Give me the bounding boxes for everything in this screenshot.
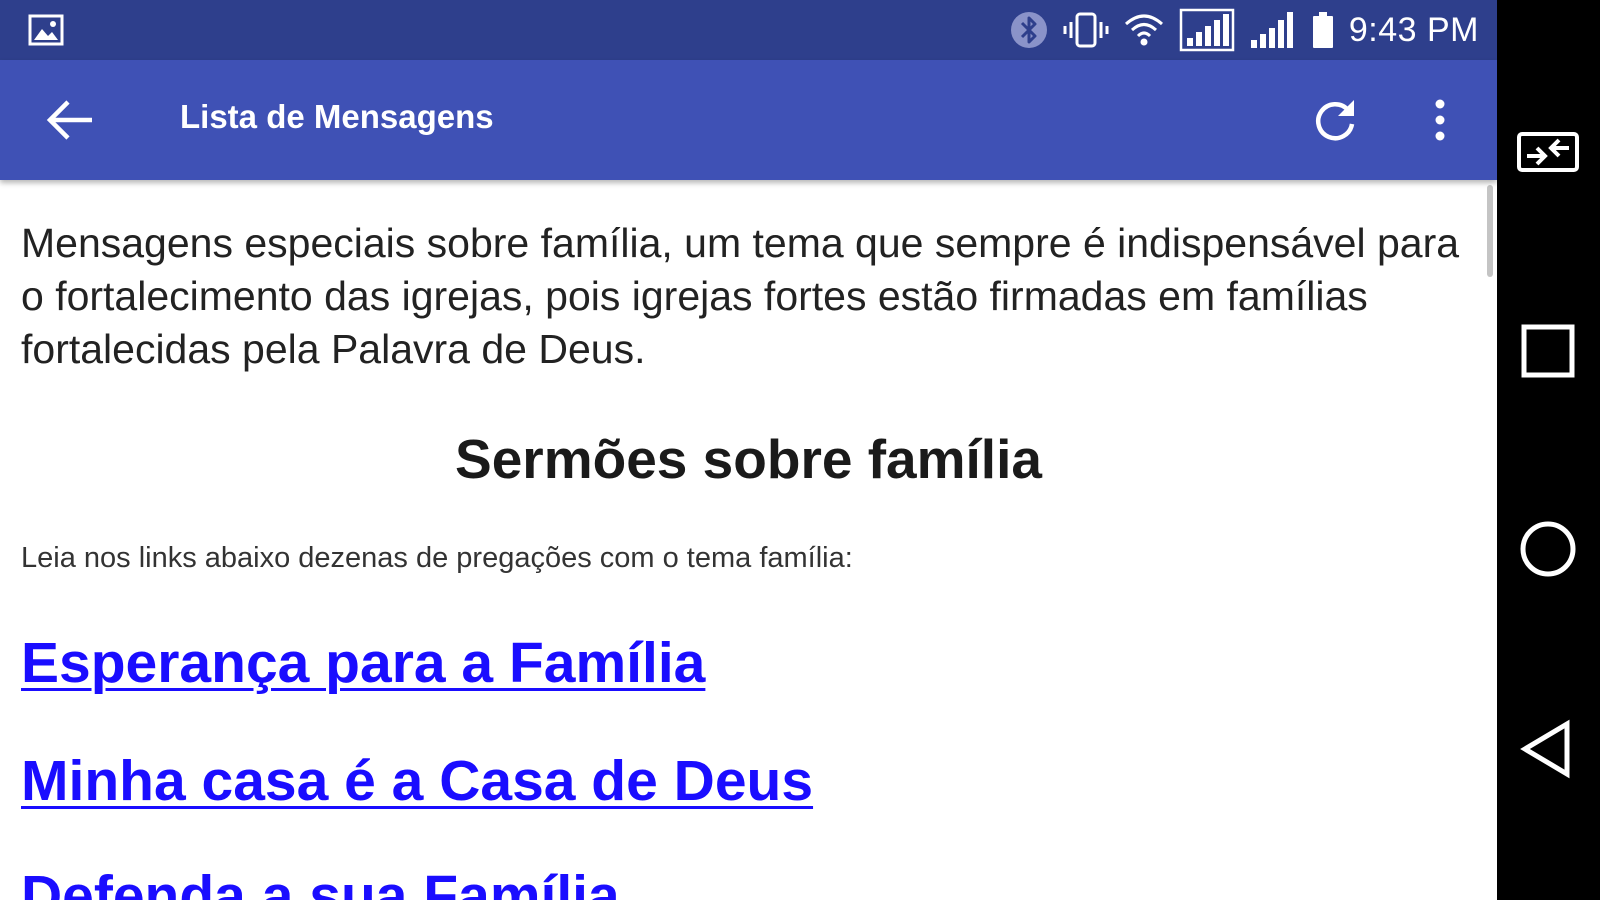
nav-back-icon — [1520, 719, 1570, 779]
image-notification-icon — [28, 14, 64, 46]
intro-paragraph: Mensagens especiais sobre família, um te… — [21, 220, 1460, 372]
sermon-link[interactable]: Defenda a sua Família — [21, 863, 620, 900]
app-screen: 9:43 PM Lista de Mensagens Mensagens esp… — [0, 0, 1497, 900]
wifi-icon — [1124, 14, 1163, 46]
signal-icon — [1250, 12, 1293, 48]
bluetooth-icon — [1010, 12, 1047, 48]
navigation-bar — [1497, 0, 1600, 900]
scrollbar[interactable] — [1487, 185, 1493, 277]
message-content[interactable]: Mensagens especiais sobre família, um te… — [0, 180, 1480, 900]
app-bar: Lista de Mensagens — [0, 60, 1497, 180]
back-button[interactable] — [42, 94, 98, 146]
clock: 9:43 PM — [1348, 10, 1479, 49]
section-heading: Sermões sobre família — [455, 428, 1042, 490]
system-back-button[interactable] — [1515, 716, 1581, 782]
recent-apps-button[interactable] — [1515, 318, 1581, 384]
sermon-link[interactable]: Minha casa é a Casa de Deus — [21, 748, 813, 814]
section-subtitle: Leia nos links abaixo dezenas de pregaçõ… — [21, 542, 853, 574]
recent-apps-icon — [1521, 324, 1575, 378]
screen-rotate-icon — [1517, 132, 1579, 172]
more-vert-icon — [1435, 99, 1445, 141]
refresh-button[interactable] — [1308, 96, 1362, 146]
back-arrow-icon — [46, 100, 92, 140]
refresh-icon — [1315, 100, 1355, 141]
battery-icon — [1312, 12, 1333, 48]
home-button[interactable] — [1515, 516, 1581, 582]
sermon-link[interactable]: Esperança para a Família — [21, 630, 705, 696]
status-bar: 9:43 PM — [0, 0, 1497, 60]
signal-icon — [1179, 8, 1235, 52]
rotate-screen-button[interactable] — [1515, 118, 1581, 184]
status-icons: 9:43 PM — [1009, 0, 1479, 60]
home-icon — [1520, 521, 1576, 577]
page-title: Lista de Mensagens — [180, 98, 494, 135]
more-options-button[interactable] — [1420, 96, 1460, 146]
vibrate-icon — [1063, 12, 1109, 48]
